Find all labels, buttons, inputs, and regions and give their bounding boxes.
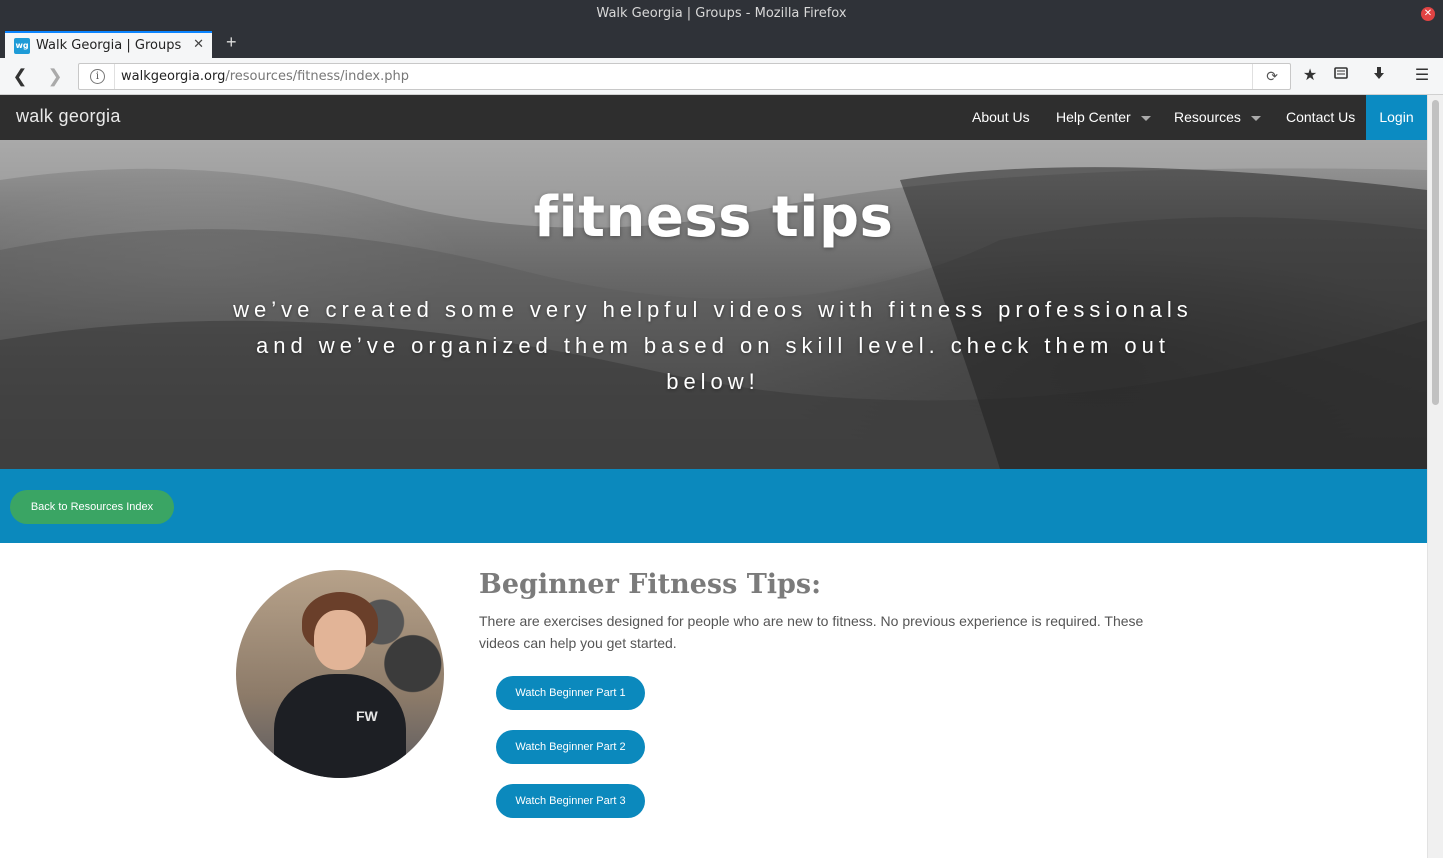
reload-separator (1252, 64, 1253, 89)
nav-contact-us[interactable]: Contact Us (1286, 109, 1355, 125)
scrollbar-thumb[interactable] (1432, 100, 1439, 405)
watch-beginner-part-3-button[interactable]: Watch Beginner Part 3 (496, 784, 645, 818)
browser-tab[interactable]: wg Walk Georgia | Groups ✕ (5, 31, 212, 59)
address-bar[interactable]: i walkgeorgia.org/resources/fitness/inde… (78, 63, 1291, 90)
photo-face (314, 610, 366, 670)
forward-arrow-icon[interactable]: ❯ (44, 66, 66, 86)
window-close-icon[interactable]: ✕ (1421, 7, 1435, 21)
resources-band: Back to Resources Index (0, 469, 1427, 543)
tab-title: Walk Georgia | Groups (36, 38, 182, 53)
info-icon[interactable]: i (90, 69, 105, 84)
url-domain: walkgeorgia.org (121, 69, 226, 84)
tab-close-icon[interactable]: ✕ (193, 37, 204, 52)
back-to-resources-button[interactable]: Back to Resources Index (10, 490, 174, 524)
trainer-photo: FW (236, 570, 444, 778)
library-icon[interactable] (1330, 66, 1352, 86)
window-title: Walk Georgia | Groups - Mozilla Firefox (596, 6, 847, 21)
site-header: walk georgia About Us Help Center Resour… (0, 95, 1427, 140)
site-favicon-icon: wg (14, 38, 30, 54)
nav-resources[interactable]: Resources (1174, 109, 1261, 125)
hero-banner: fitness tips we’ve created some very hel… (0, 140, 1427, 469)
hamburger-menu-icon[interactable]: ☰ (1411, 66, 1433, 86)
tab-strip: wg Walk Georgia | Groups ✕ + (0, 28, 1443, 59)
web-page: walk georgia About Us Help Center Resour… (0, 95, 1427, 858)
hero-subtitle: we’ve created some very helpful videos w… (233, 297, 1193, 394)
watch-beginner-part-1-button[interactable]: Watch Beginner Part 1 (496, 676, 645, 710)
page-scrollbar[interactable] (1427, 95, 1443, 858)
bookmark-star-icon[interactable]: ★ (1299, 66, 1321, 86)
browser-toolbar: ❮ ❯ i walkgeorgia.org/resources/fitness/… (0, 58, 1443, 95)
download-icon[interactable] (1368, 66, 1390, 86)
shirt-logo: FW (356, 708, 378, 724)
nav-about-us[interactable]: About Us (972, 109, 1030, 125)
nav-help-center[interactable]: Help Center (1056, 109, 1151, 125)
beginner-title: Beginner Fitness Tips: (479, 569, 822, 600)
nav-resources-label: Resources (1174, 109, 1241, 125)
dropdown-caret-icon (1140, 115, 1151, 121)
nav-help-center-label: Help Center (1056, 109, 1131, 125)
watch-beginner-part-2-button[interactable]: Watch Beginner Part 2 (496, 730, 645, 764)
hero-title: fitness tips (533, 185, 894, 250)
url-path: /resources/fitness/index.php (225, 69, 409, 84)
photo-shirt (274, 674, 406, 778)
url-separator (114, 64, 115, 89)
site-logo[interactable]: walk georgia (16, 106, 121, 127)
back-arrow-icon[interactable]: ❮ (9, 66, 31, 86)
dropdown-caret-icon (1250, 115, 1261, 121)
window-titlebar: Walk Georgia | Groups - Mozilla Firefox … (0, 0, 1443, 28)
reload-icon[interactable]: ⟳ (1266, 68, 1278, 85)
new-tab-icon[interactable]: + (226, 32, 237, 53)
url-text[interactable]: walkgeorgia.org/resources/fitness/index.… (121, 69, 409, 84)
beginner-description: There are exercises designed for people … (479, 613, 1144, 651)
login-button[interactable]: Login (1366, 95, 1427, 140)
